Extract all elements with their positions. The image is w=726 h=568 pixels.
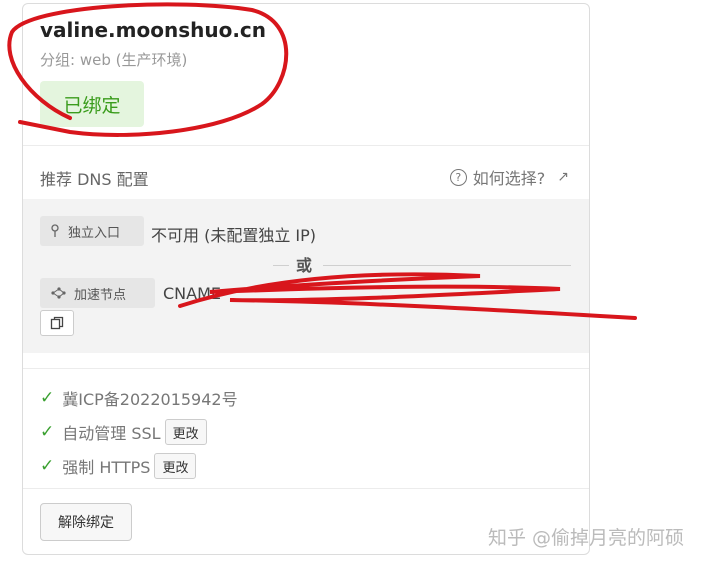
ssl-text: 自动管理 SSL [62, 424, 161, 443]
check-icon: ✓ [40, 422, 55, 442]
icp-status-row: ✓ 冀ICP备2022015942号 [40, 381, 238, 415]
dedicated-entry-tag: 独立入口 [40, 216, 144, 246]
https-change-button[interactable]: 更改 [154, 453, 197, 479]
dedicated-entry-label: 独立入口 [68, 225, 121, 241]
divider [23, 368, 589, 369]
unbind-button[interactable]: 解除绑定 [40, 503, 132, 541]
question-circle-icon: ? [449, 168, 467, 186]
copy-button[interactable] [40, 310, 74, 336]
ssl-status-row: ✓ 自动管理 SSL 更改 [40, 415, 238, 449]
status-list: ✓ 冀ICP备2022015942号 ✓ 自动管理 SSL 更改 ✓ 强制 HT… [40, 381, 238, 483]
domain-card: valine.moonshuo.cn 分组: web (生产环境) 已绑定 推荐… [22, 3, 590, 555]
location-pin-icon [51, 224, 59, 237]
external-link-icon: ↗ [557, 169, 569, 185]
copy-icon [50, 316, 64, 330]
dns-config-label: 推荐 DNS 配置 [40, 170, 149, 189]
bound-status-badge: 已绑定 [40, 81, 144, 127]
how-to-choose-text: 如何选择? [472, 169, 546, 188]
how-to-choose-link[interactable]: ? 如何选择? ↗ [449, 165, 569, 189]
divider [23, 145, 589, 146]
watermark: 知乎 @偷掉月亮的阿硕 [488, 527, 685, 549]
domain-title: valine.moonshuo.cn [40, 18, 267, 42]
cname-value: CNAME [163, 284, 221, 303]
ssl-change-button[interactable]: 更改 [164, 419, 207, 445]
or-divider-left [273, 265, 289, 266]
acceleration-node-tag: 加速节点 [40, 278, 155, 308]
divider [23, 488, 589, 489]
or-divider-right [323, 265, 571, 266]
group-label: 分组: web (生产环境) [40, 51, 188, 69]
dedicated-ip-value: 不可用 (未配置独立 IP) [151, 226, 317, 245]
or-separator: 或 [296, 256, 313, 275]
acceleration-node-label: 加速节点 [74, 287, 127, 303]
icp-text: 冀ICP备2022015942号 [62, 390, 238, 409]
check-icon: ✓ [40, 388, 55, 408]
https-text: 强制 HTTPS [62, 458, 151, 477]
check-icon: ✓ [40, 456, 55, 476]
dns-config-box: 独立入口 不可用 (未配置独立 IP) 或 加速节点 CNAME [23, 199, 589, 353]
network-nodes-icon [51, 287, 66, 299]
https-status-row: ✓ 强制 HTTPS 更改 [40, 449, 238, 483]
